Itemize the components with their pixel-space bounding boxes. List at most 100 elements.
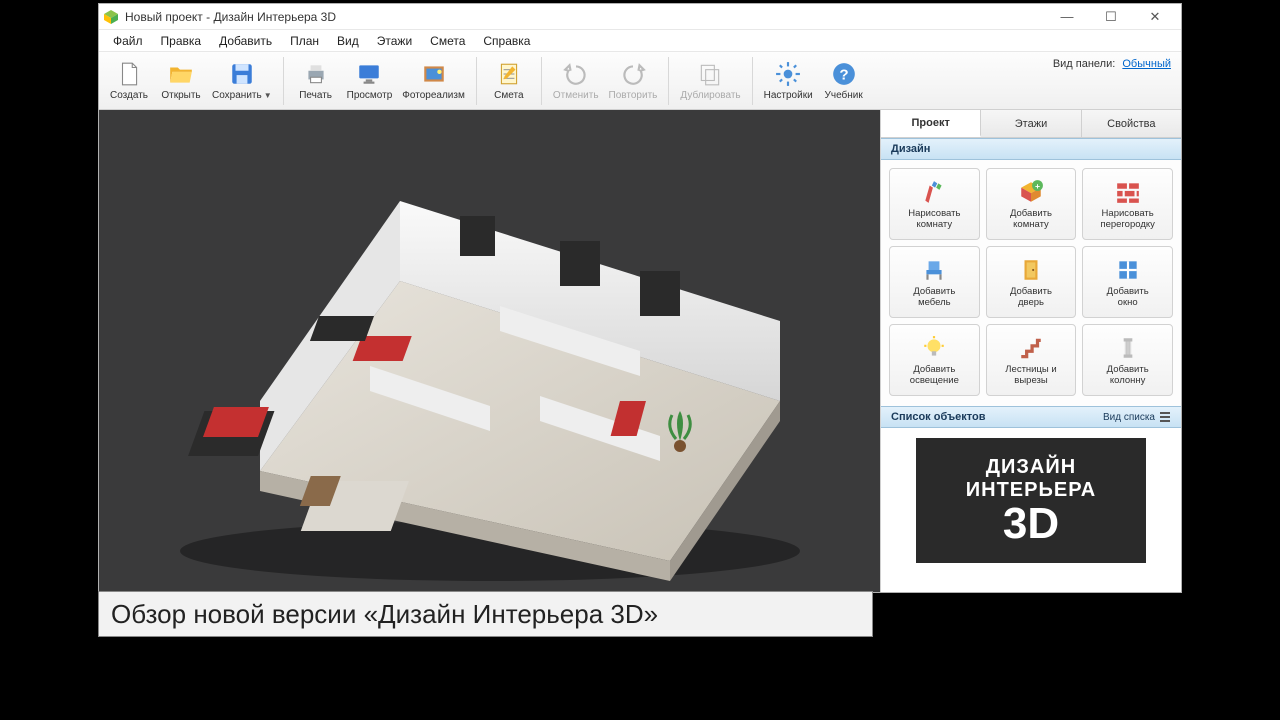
- objects-header-label: Список объектов: [891, 411, 985, 423]
- add-room-icon: +: [1017, 178, 1045, 206]
- tool-door[interactable]: Добавитьдверь: [986, 246, 1077, 318]
- menu-edit[interactable]: Правка: [153, 32, 210, 50]
- tool-column[interactable]: Добавитьколонну: [1082, 324, 1173, 396]
- create-label: Создать: [110, 90, 148, 101]
- maximize-button[interactable]: ☐: [1089, 5, 1133, 29]
- window-icon: [1114, 256, 1142, 284]
- app-window: Новый проект - Дизайн Интерьера 3D — ☐ ✕…: [98, 3, 1182, 593]
- svg-text:?: ?: [839, 66, 848, 83]
- duplicate-label: Дублировать: [680, 90, 740, 101]
- redo-button[interactable]: Повторить: [604, 57, 663, 104]
- save-button[interactable]: Сохранить▼: [207, 57, 277, 104]
- tool-label: Нарисоватьперегородку: [1100, 209, 1154, 231]
- tool-label: Добавитькомнату: [1010, 209, 1052, 231]
- menu-view[interactable]: Вид: [329, 32, 367, 50]
- notepad-icon: [495, 60, 523, 88]
- object-list: ДИЗАЙНИНТЕРЬЕРА 3D: [881, 428, 1181, 592]
- duplicate-icon: [696, 60, 724, 88]
- tool-stairs[interactable]: Лестницы ивырезы: [986, 324, 1077, 396]
- tool-window[interactable]: Добавитьокно: [1082, 246, 1173, 318]
- sidebar: Проект Этажи Свойства Дизайн Нарисоватьк…: [881, 110, 1181, 592]
- window-title: Новый проект - Дизайн Интерьера 3D: [125, 10, 336, 24]
- menubar: Файл Правка Добавить План Вид Этажи Смет…: [99, 30, 1181, 52]
- menu-estimate[interactable]: Смета: [422, 32, 473, 50]
- promo-banner: ДИЗАЙНИНТЕРЬЕРА 3D: [916, 438, 1146, 563]
- minimize-button[interactable]: —: [1045, 5, 1089, 29]
- design-header-label: Дизайн: [891, 143, 930, 155]
- chair-icon: [920, 256, 948, 284]
- preview-button[interactable]: Просмотр: [342, 57, 398, 104]
- redo-icon: [619, 60, 647, 88]
- panel-mode: Вид панели: Обычный: [1053, 58, 1171, 70]
- print-button[interactable]: Печать: [290, 57, 342, 104]
- tool-add-room[interactable]: + Добавитькомнату: [986, 168, 1077, 240]
- 3d-viewport[interactable]: [99, 110, 881, 592]
- design-tools: Нарисоватькомнату + Добавитькомнату Нари…: [881, 160, 1181, 406]
- menu-floors[interactable]: Этажи: [369, 32, 420, 50]
- monitor-icon: [355, 60, 383, 88]
- panel-mode-link[interactable]: Обычный: [1122, 58, 1171, 70]
- view-list-label: Вид списка: [1103, 412, 1155, 423]
- redo-label: Повторить: [609, 90, 658, 101]
- panel-mode-label: Вид панели:: [1053, 58, 1115, 70]
- tool-label: Добавитьдверь: [1010, 287, 1052, 309]
- help-button[interactable]: ? Учебник: [818, 57, 870, 104]
- svg-text:+: +: [1035, 180, 1040, 190]
- help-label: Учебник: [825, 90, 863, 101]
- tool-label: Лестницы ивырезы: [1005, 365, 1056, 387]
- chevron-down-icon: ▼: [264, 91, 272, 100]
- tab-properties[interactable]: Свойства: [1082, 110, 1181, 137]
- window-controls: — ☐ ✕: [1045, 5, 1177, 29]
- photoreal-button[interactable]: Фотореализм: [397, 57, 470, 104]
- tool-partition[interactable]: Нарисоватьперегородку: [1082, 168, 1173, 240]
- list-icon: [1159, 411, 1171, 423]
- objects-panel-header: Список объектов Вид списка: [881, 406, 1181, 428]
- tool-label: Добавитьколонну: [1107, 365, 1149, 387]
- tab-floors[interactable]: Этажи: [981, 110, 1081, 137]
- menu-add[interactable]: Добавить: [211, 32, 280, 50]
- create-button[interactable]: Создать: [103, 57, 155, 104]
- printer-icon: [302, 60, 330, 88]
- sidebar-tabs: Проект Этажи Свойства: [881, 110, 1181, 138]
- estimate-button[interactable]: Смета: [483, 57, 535, 104]
- tool-label: Добавитьмебель: [913, 287, 955, 309]
- save-icon: [228, 60, 256, 88]
- open-button[interactable]: Открыть: [155, 57, 207, 104]
- caption-text: Обзор новой версии «Дизайн Интерьера 3D»: [111, 599, 658, 630]
- open-label: Открыть: [161, 90, 200, 101]
- settings-label: Настройки: [764, 90, 813, 101]
- design-panel-header: Дизайн: [881, 138, 1181, 160]
- menu-plan[interactable]: План: [282, 32, 327, 50]
- folder-open-icon: [167, 60, 195, 88]
- brick-wall-icon: [1114, 178, 1142, 206]
- view-list[interactable]: Вид списка: [1103, 411, 1171, 423]
- close-button[interactable]: ✕: [1133, 5, 1177, 29]
- print-label: Печать: [299, 90, 332, 101]
- menu-file[interactable]: Файл: [105, 32, 151, 50]
- draw-room-icon: [920, 178, 948, 206]
- undo-button[interactable]: Отменить: [548, 57, 604, 104]
- preview-label: Просмотр: [347, 90, 393, 101]
- settings-button[interactable]: Настройки: [759, 57, 818, 104]
- tab-project[interactable]: Проект: [881, 110, 981, 137]
- promo-line1: ДИЗАЙНИНТЕРЬЕРА: [966, 456, 1096, 502]
- titlebar: Новый проект - Дизайн Интерьера 3D — ☐ ✕: [99, 4, 1181, 30]
- toolbar: Создать Открыть Сохранить▼ Печать Просмо…: [99, 52, 1181, 110]
- help-icon: ?: [830, 60, 858, 88]
- promo-line2: 3D: [1003, 502, 1059, 546]
- menu-help[interactable]: Справка: [475, 32, 538, 50]
- tool-label: Нарисоватькомнату: [908, 209, 960, 231]
- tool-lighting[interactable]: Добавитьосвещение: [889, 324, 980, 396]
- tool-furniture[interactable]: Добавитьмебель: [889, 246, 980, 318]
- photoreal-icon: [420, 60, 448, 88]
- stairs-icon: [1017, 334, 1045, 362]
- app-icon: [103, 9, 119, 25]
- save-label: Сохранить: [212, 90, 262, 101]
- tool-label: Добавитьокно: [1107, 287, 1149, 309]
- column-icon: [1114, 334, 1142, 362]
- bulb-icon: [920, 334, 948, 362]
- tool-draw-room[interactable]: Нарисоватькомнату: [889, 168, 980, 240]
- duplicate-button[interactable]: Дублировать: [675, 57, 745, 104]
- photoreal-label: Фотореализм: [402, 90, 465, 101]
- estimate-label: Смета: [494, 90, 523, 101]
